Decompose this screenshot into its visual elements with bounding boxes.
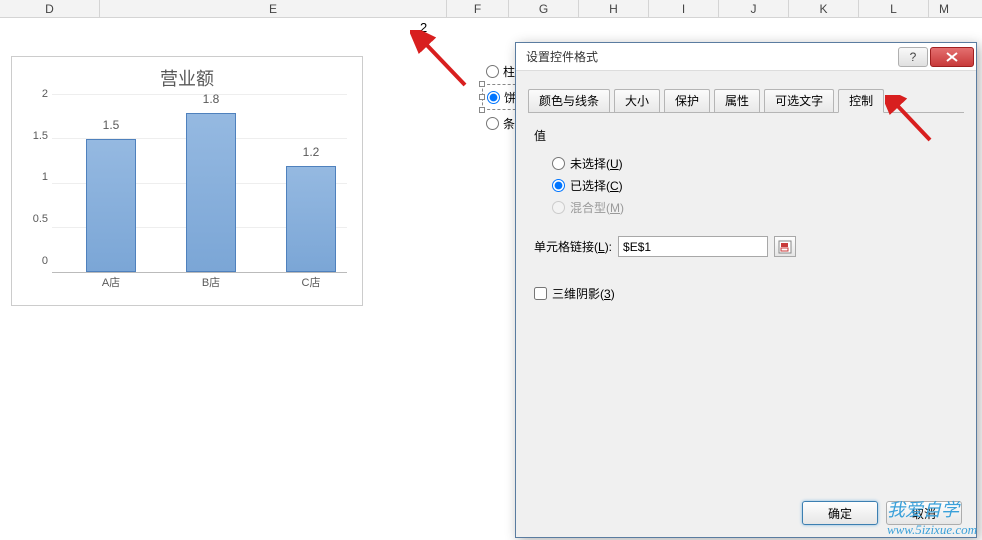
tab-control[interactable]: 控制 bbox=[838, 89, 884, 113]
value-opt-mixed-input bbox=[552, 201, 565, 214]
chart-grid: 1.5 A店 1.8 B店 1.2 C店 bbox=[52, 95, 347, 273]
sheet-radio-pie-input[interactable] bbox=[487, 91, 500, 104]
chart[interactable]: 营业额 1.5 A店 1.8 B店 1.2 C店 0 0.5 1 1.5 2 bbox=[11, 56, 363, 306]
cell-link-input[interactable] bbox=[618, 236, 768, 257]
value-opt-mixed: 混合型(M) bbox=[552, 196, 958, 218]
cell-link-row: 单元格链接(L): bbox=[534, 236, 958, 257]
x-label-c: C店 bbox=[281, 274, 341, 290]
tab-alt-text[interactable]: 可选文字 bbox=[764, 89, 834, 113]
range-picker-icon bbox=[778, 240, 792, 254]
close-button[interactable] bbox=[930, 47, 974, 67]
col-k[interactable]: K bbox=[789, 0, 859, 17]
value-opt-unchecked[interactable]: 未选择(U) bbox=[552, 152, 958, 174]
dialog-tabs: 颜色与线条 大小 保护 属性 可选文字 控制 bbox=[516, 71, 976, 113]
dialog-actions: 确定 取消 bbox=[802, 501, 962, 525]
cell-e1-value[interactable]: 2 bbox=[420, 20, 427, 35]
range-picker-button[interactable] bbox=[774, 236, 796, 257]
tab-properties[interactable]: 属性 bbox=[714, 89, 760, 113]
ok-button[interactable]: 确定 bbox=[802, 501, 878, 525]
y-tick-0: 0 bbox=[22, 255, 48, 267]
dialog-title: 设置控件格式 bbox=[526, 48, 896, 65]
column-headers: D E F G H I J K L M bbox=[0, 0, 982, 18]
value-opt-unchecked-label: 未选择(U) bbox=[570, 155, 623, 172]
col-l[interactable]: L bbox=[859, 0, 929, 17]
bar-a bbox=[86, 139, 136, 272]
col-j[interactable]: J bbox=[719, 0, 789, 17]
close-icon bbox=[946, 52, 958, 62]
format-control-dialog: 设置控件格式 ? 颜色与线条 大小 保护 属性 可选文字 控制 值 未选择(U)… bbox=[515, 42, 977, 538]
col-d[interactable]: D bbox=[0, 0, 100, 17]
chart-title: 营业额 bbox=[12, 57, 362, 95]
col-i[interactable]: I bbox=[649, 0, 719, 17]
col-h[interactable]: H bbox=[579, 0, 649, 17]
shadow-label: 三维阴影(3) bbox=[552, 285, 615, 302]
shadow-checkbox[interactable] bbox=[534, 287, 547, 300]
bar-c bbox=[286, 166, 336, 272]
tab-protection[interactable]: 保护 bbox=[664, 89, 710, 113]
chart-body: 1.5 A店 1.8 B店 1.2 C店 0 0.5 1 1.5 2 bbox=[22, 95, 352, 285]
bar-label-b: 1.8 bbox=[181, 92, 241, 106]
x-label-b: B店 bbox=[181, 274, 241, 290]
bar-b bbox=[186, 113, 236, 272]
tab-size[interactable]: 大小 bbox=[614, 89, 660, 113]
sheet-radio-bar-input[interactable] bbox=[486, 117, 499, 130]
y-tick-3: 1.5 bbox=[22, 130, 48, 142]
cancel-button[interactable]: 取消 bbox=[886, 501, 962, 525]
shadow-row[interactable]: 三维阴影(3) bbox=[534, 285, 958, 302]
dialog-titlebar[interactable]: 设置控件格式 ? bbox=[516, 43, 976, 71]
value-options: 未选择(U) 已选择(C) 混合型(M) bbox=[534, 152, 958, 218]
y-tick-2: 1 bbox=[22, 171, 48, 183]
col-e[interactable]: E bbox=[100, 0, 447, 17]
value-opt-checked-input[interactable] bbox=[552, 179, 565, 192]
value-opt-mixed-label: 混合型(M) bbox=[570, 199, 624, 216]
value-group-label: 值 bbox=[534, 127, 958, 144]
dialog-body: 值 未选择(U) 已选择(C) 混合型(M) 单元格链接(L): bbox=[516, 113, 976, 316]
x-label-a: A店 bbox=[81, 274, 141, 290]
cell-link-label: 单元格链接(L): bbox=[534, 238, 612, 255]
col-m[interactable]: M bbox=[929, 0, 959, 17]
value-opt-unchecked-input[interactable] bbox=[552, 157, 565, 170]
value-opt-checked-label: 已选择(C) bbox=[570, 177, 623, 194]
col-f[interactable]: F bbox=[447, 0, 509, 17]
y-tick-1: 0.5 bbox=[22, 213, 48, 225]
col-g[interactable]: G bbox=[509, 0, 579, 17]
bar-label-c: 1.2 bbox=[281, 145, 341, 159]
value-opt-checked[interactable]: 已选择(C) bbox=[552, 174, 958, 196]
annotation-arrow-1 bbox=[410, 30, 480, 100]
sheet-radio-column-input[interactable] bbox=[486, 65, 499, 78]
y-tick-4: 2 bbox=[22, 88, 48, 100]
help-button[interactable]: ? bbox=[898, 47, 928, 67]
bar-label-a: 1.5 bbox=[81, 118, 141, 132]
tab-colors-lines[interactable]: 颜色与线条 bbox=[528, 89, 610, 113]
